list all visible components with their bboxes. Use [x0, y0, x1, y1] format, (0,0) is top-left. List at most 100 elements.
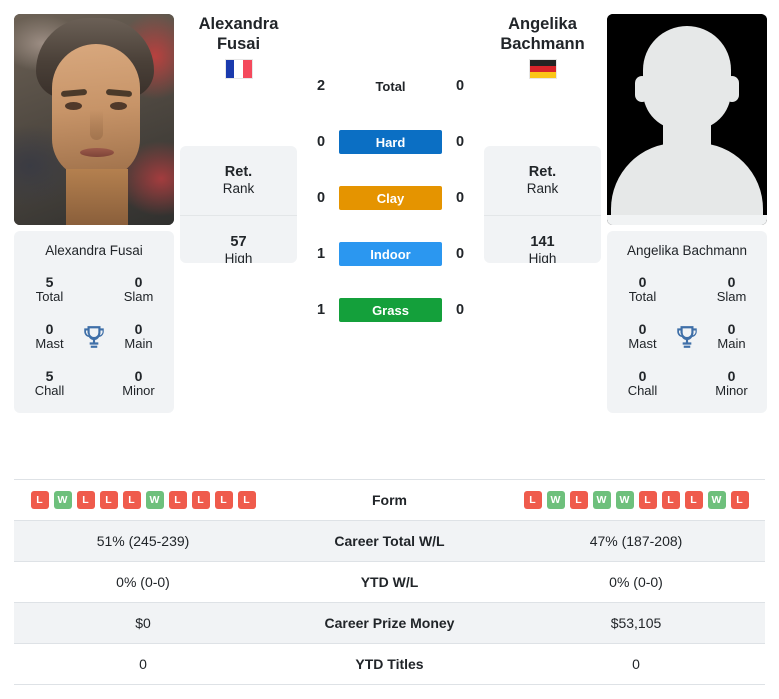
left-high-cell: 57 High — [180, 216, 297, 263]
form-badge-l: L — [730, 491, 749, 509]
right-titles-grid: 0 Total 0 Slam 0 Mast 0 Main 0 Chall 0 M… — [615, 274, 759, 399]
right-titles-main: 0 Main — [704, 321, 759, 352]
left-player-first-name: Alexandra — [198, 15, 279, 33]
h2h-grass-left: 1 — [316, 302, 326, 318]
h2h-row-indoor: 1 Indoor 0 — [303, 240, 478, 268]
left-player-name-header[interactable]: Alexandra Fusai — [180, 14, 297, 131]
right-high-label: High — [528, 251, 557, 263]
h2h-hard-label[interactable]: Hard — [339, 130, 442, 154]
right-titles-minor-value: 0 — [727, 368, 736, 385]
h2h-hard-right: 0 — [455, 134, 465, 150]
right-titles-main-value: 0 — [727, 321, 736, 338]
left-rank-label: Rank — [222, 181, 255, 197]
left-titles-main: 0 Main — [111, 321, 166, 352]
left-titles-minor: 0 Minor — [111, 368, 166, 399]
right-player-first-name: Angelika — [508, 15, 577, 33]
photo-eye-left — [65, 102, 82, 110]
h2h-grass-label[interactable]: Grass — [339, 298, 442, 322]
right-rank-cell: Ret. Rank — [484, 146, 601, 216]
comparison-header: Alexandra Fusai 5 Total 0 Slam 0 Mast 0 … — [14, 14, 767, 470]
right-titles-total-value: 0 — [638, 274, 647, 290]
left-ytd-wl: 0% (0-0) — [116, 574, 170, 590]
h2h-clay-label[interactable]: Clay — [339, 186, 442, 210]
flag-fr-icon — [225, 60, 252, 79]
h2h-total-right: 0 — [455, 78, 465, 94]
right-rank-value: Ret. — [528, 163, 557, 180]
photo-eye-right — [110, 102, 127, 110]
ytd-titles-label: YTD Titles — [355, 656, 424, 672]
h2h-grass-right: 0 — [455, 302, 465, 318]
left-player-last-name: Fusai — [216, 35, 261, 54]
form-badge-l: L — [122, 491, 141, 509]
form-badge-w: W — [145, 491, 164, 509]
h2h-hard-left: 0 — [316, 134, 326, 150]
right-rank-label: Rank — [526, 181, 559, 197]
left-titles-main-value: 0 — [134, 321, 143, 338]
form-badge-l: L — [569, 491, 588, 509]
right-titles-total: 0 Total — [615, 274, 670, 305]
form-badge-l: L — [684, 491, 703, 509]
left-titles-slam: 0 Slam — [111, 274, 166, 305]
career-wl-label: Career Total W/L — [334, 533, 445, 549]
right-player-info: Angelika Bachmann Ret. Rank 141 High 44 … — [484, 14, 601, 263]
table-row: 51% (245-239) Career Total W/L 47% (187-… — [14, 521, 765, 562]
left-player-media: Alexandra Fusai 5 Total 0 Slam 0 Mast 0 … — [14, 14, 174, 414]
form-badge-w: W — [615, 491, 634, 509]
right-titles-card: Angelika Bachmann 0 Total 0 Slam 0 Mast — [607, 231, 767, 414]
left-high-value: 57 — [230, 233, 247, 250]
form-badge-l: L — [661, 491, 680, 509]
left-titles-slam-label: Slam — [123, 289, 154, 305]
left-titles-total: 5 Total — [22, 274, 77, 305]
trophy-icon — [670, 324, 704, 350]
left-titles-total-label: Total — [35, 289, 64, 305]
right-titles-player-name: Angelika Bachmann — [626, 243, 748, 258]
left-rank-value: Ret. — [224, 163, 253, 180]
h2h-clay-right: 0 — [455, 190, 465, 206]
right-titles-minor: 0 Minor — [704, 368, 759, 399]
h2h-clay-left: 0 — [316, 190, 326, 206]
right-titles-chall-label: Chall — [627, 383, 658, 399]
h2h-row-grass: 1 Grass 0 — [303, 296, 478, 324]
table-row-form: LWLLLWLLLL Form LWLWWLLLWL — [14, 480, 765, 521]
silhouette-bottom-strip — [607, 215, 767, 225]
left-ytd-titles: 0 — [139, 656, 147, 672]
stats-comparison-table: LWLLLWLLLL Form LWLWWLLLWL 51% (245-239)… — [14, 479, 765, 685]
left-rank-cell: Ret. Rank — [180, 146, 297, 216]
ytd-wl-label: YTD W/L — [360, 574, 419, 590]
right-player-name-header[interactable]: Angelika Bachmann — [484, 14, 601, 131]
form-badge-w: W — [546, 491, 565, 509]
right-titles-main-label: Main — [717, 336, 746, 352]
flag-de-icon — [529, 60, 556, 79]
right-titles-chall: 0 Chall — [615, 368, 670, 399]
form-badge-l: L — [76, 491, 95, 509]
left-titles-chall-value: 5 — [45, 368, 54, 385]
h2h-row-hard: 0 Hard 0 — [303, 128, 478, 156]
h2h-total-label: Total — [375, 78, 406, 94]
silhouette-ear-left — [635, 76, 649, 102]
right-titles-mast-label: Mast — [628, 336, 657, 352]
form-badge-l: L — [168, 491, 187, 509]
form-badge-l: L — [237, 491, 256, 509]
left-player-info: Alexandra Fusai Ret. Rank 57 High 50 Age — [180, 14, 297, 263]
left-titles-mast: 0 Mast — [22, 321, 77, 352]
prize-money-label: Career Prize Money — [324, 615, 455, 631]
left-titles-chall-label: Chall — [34, 383, 65, 399]
right-player-photo[interactable] — [607, 14, 767, 225]
left-titles-chall: 5 Chall — [22, 368, 77, 399]
right-ytd-titles: 0 — [632, 656, 640, 672]
right-form-badges: LWLWWLLLWL — [507, 491, 765, 509]
h2h-indoor-label[interactable]: Indoor — [339, 242, 442, 266]
right-rank-column: Ret. Rank 141 High 44 Age R Plays — [484, 146, 601, 263]
photo-neck — [66, 169, 128, 225]
left-player-photo[interactable] — [14, 14, 174, 225]
player-comparison-page: Alexandra Fusai 5 Total 0 Slam 0 Mast 0 … — [0, 0, 779, 699]
left-titles-mast-value: 0 — [45, 321, 54, 338]
right-titles-slam-value: 0 — [727, 274, 736, 290]
h2h-surface-breakdown: 2 Total 0 0 Hard 0 0 Clay 0 1 Indoor 0 1 — [303, 14, 478, 324]
h2h-row-clay: 0 Clay 0 — [303, 184, 478, 212]
left-titles-minor-value: 0 — [134, 368, 143, 385]
left-form-badges: LWLLLWLLLL — [14, 491, 272, 509]
form-badge-l: L — [99, 491, 118, 509]
table-row: $0 Career Prize Money $53,105 — [14, 603, 765, 644]
left-titles-mast-label: Mast — [35, 336, 64, 352]
